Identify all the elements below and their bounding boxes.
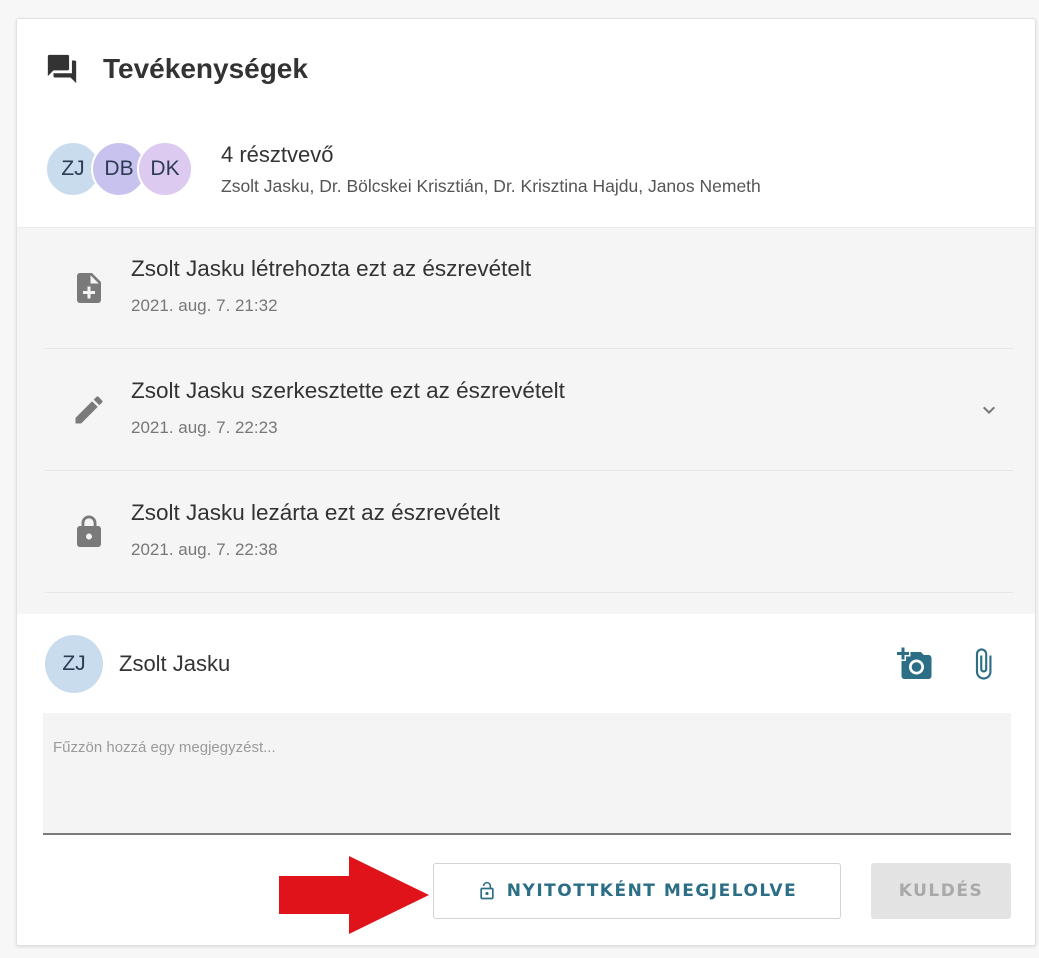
participant-names: Zsolt Jasku, Dr. Bölcskei Krisztián, Dr.… xyxy=(221,175,761,196)
participants-text: 4 résztvevő Zsolt Jasku, Dr. Bölcskei Kr… xyxy=(221,142,761,197)
send-label: KULDÉS xyxy=(898,881,984,901)
add-photo-button[interactable] xyxy=(895,644,935,684)
composer-user-name: Zsolt Jasku xyxy=(119,651,231,676)
activity-timestamp: 2021. aug. 7. 21:32 xyxy=(131,296,278,315)
activity-text: Zsolt Jasku szerkesztette ezt az észrevé… xyxy=(131,378,565,403)
activity-panel: Tevékenységek ZJ DB DK 4 résztvevő Zsolt… xyxy=(16,18,1036,946)
avatar: ZJ xyxy=(45,635,103,693)
avatar[interactable]: DK xyxy=(137,141,193,197)
activity-text: Zsolt Jasku létrehozta ezt az észrevétel… xyxy=(131,256,532,281)
marked-open-button[interactable]: NYITOTTKÉNT MEGJELOLVE xyxy=(433,863,841,919)
chevron-down-icon[interactable] xyxy=(977,398,1001,422)
participants-summary: ZJ DB DK 4 résztvevő Zsolt Jasku, Dr. Bö… xyxy=(45,129,1005,209)
list-item: Zsolt Jasku létrehozta ezt az észrevétel… xyxy=(45,228,1013,349)
note-add-icon xyxy=(77,273,101,303)
attach-file-button[interactable] xyxy=(963,644,1003,684)
activity-text: Zsolt Jasku lezárta ezt az észrevételt xyxy=(131,500,500,525)
composer-header: ZJ Zsolt Jasku xyxy=(45,634,1005,694)
forum-icon xyxy=(47,54,77,84)
lock-icon xyxy=(77,515,101,547)
activity-list: Zsolt Jasku létrehozta ezt az észrevétel… xyxy=(17,227,1035,614)
list-item: Zsolt Jasku lezárta ezt az észrevételt 2… xyxy=(45,472,1013,593)
comment-input[interactable] xyxy=(43,713,1011,835)
panel-header: Tevékenységek xyxy=(45,47,308,91)
list-item[interactable]: Zsolt Jasku szerkesztette ezt az észrevé… xyxy=(45,350,1013,471)
participant-count: 4 résztvevő xyxy=(221,141,334,167)
attachment-icon xyxy=(975,648,992,680)
activity-timestamp: 2021. aug. 7. 22:38 xyxy=(131,540,278,559)
marked-open-label: NYITOTTKÉNT MEGJELOLVE xyxy=(506,881,798,901)
activity-timestamp: 2021. aug. 7. 22:23 xyxy=(131,418,278,437)
send-button[interactable]: KULDÉS xyxy=(871,863,1011,919)
add-photo-icon xyxy=(897,647,932,679)
participant-avatars: ZJ DB DK xyxy=(45,141,193,197)
pencil-icon xyxy=(75,396,103,424)
panel-title: Tevékenységek xyxy=(103,53,308,84)
lock-open-icon xyxy=(480,881,494,900)
composer-tools xyxy=(895,644,1003,684)
red-arrow-annotation xyxy=(279,856,429,934)
